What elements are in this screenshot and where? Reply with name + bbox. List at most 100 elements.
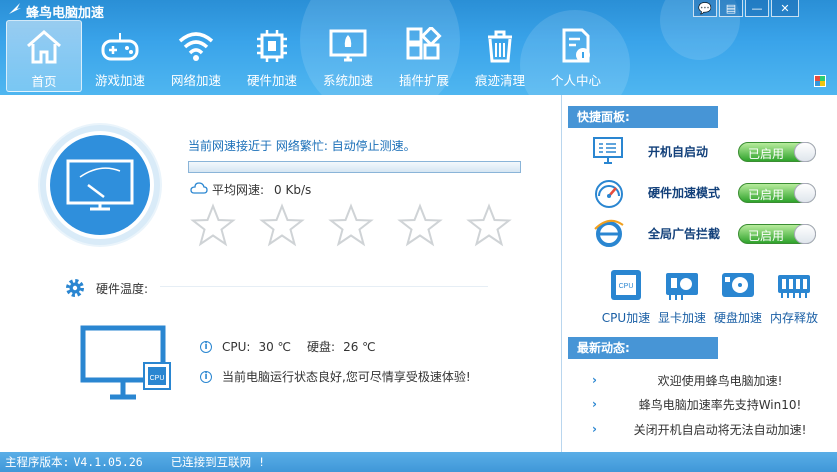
hw-mode-toggle[interactable]: 已启用 [738,183,816,203]
news-text: 蜂鸟电脑加速率先支持Win10! [638,398,802,412]
nav-label: 游戏加速 [94,73,145,88]
startup-icon [593,137,623,164]
ie-icon [594,219,624,247]
avg-speed-row: 平均网速: 0 Kb/s [190,181,311,198]
toggle-knob [794,183,816,203]
home-icon [27,30,61,64]
status-message: 当前电脑运行状态良好,您可尽情享受极速体验! [222,370,471,384]
status-message-row: i 当前电脑运行状态良好,您可尽情享受极速体验! [200,368,471,385]
tool-label: 硬盘加速 [713,311,762,325]
chevron-right-icon: › [592,422,597,436]
adblock-toggle[interactable]: 已启用 [738,224,816,244]
tool-label: CPU加速 [601,311,651,325]
trash-icon [488,30,512,63]
info-icon: i [200,340,212,353]
ram-icon [778,275,810,298]
gamepad-icon [101,33,139,61]
info-icon: i [200,370,212,383]
nav-plugins[interactable]: 插件扩展 [386,20,462,92]
avg-speed-label: 平均网速: [212,183,265,197]
toggle-label: 已启用 [748,188,785,202]
wifi-icon [178,32,214,61]
quick-item-label: 全局广告拦截 [648,227,721,241]
news-text: 欢迎使用蜂鸟电脑加速! [657,374,783,388]
tool-label: 内存释放 [769,311,818,325]
hardware-temp-header: 硬件温度: [64,277,148,299]
close-button[interactable]: ✕ [771,0,799,17]
rocket-screen-icon [329,29,367,62]
title-bar: 蜂鸟电脑加速 💬 ▤ — ✕ [0,0,837,21]
gear-icon [66,279,84,297]
nav-label: 首页 [31,74,57,89]
quick-item-startup: 开机自启动 已启用 [592,135,832,167]
minimize-icon: — [751,1,763,15]
minimize-button[interactable]: — [745,0,769,17]
cpu-temp-label: CPU: [222,339,251,354]
nav-game-boost[interactable]: 游戏加速 [82,20,158,92]
tool-cpu-boost[interactable]: CPU CPU加速 [598,267,654,326]
version-label: 主程序版本: [5,455,70,469]
app-title: 蜂鸟电脑加速 [26,6,105,21]
toggle-label: 已启用 [748,229,785,243]
star-icon [259,203,305,247]
hdd-icon [722,273,754,297]
tool-gpu-boost[interactable]: 显卡加速 [654,267,710,326]
gauge-icon [595,180,623,208]
user-document-icon [562,28,590,63]
feedback-button[interactable]: 💬 [693,0,717,17]
nav-label: 插件扩展 [398,73,449,88]
toggle-knob [794,142,816,162]
nav-personal-center[interactable]: 个人中心 [538,20,614,92]
main-nav: 首页 游戏加速 网络加速 硬件加速 系统加速 插件扩展 痕迹清理 个人中心 [6,20,614,92]
nav-label: 硬件加速 [246,73,297,88]
version-value: V4.1.05.26 [73,455,143,469]
startup-toggle[interactable]: 已启用 [738,142,816,162]
connection-status: 已连接到互联网 ! [170,455,266,469]
news-item[interactable]: › 蜂鸟电脑加速率先支持Win10! [592,396,824,414]
quick-panel-title: 快捷面板: [568,106,718,128]
boost-tools: CPU CPU加速 显卡加速 硬盘加速 内存释放 [598,267,837,326]
news-text: 关闭开机自启动将无法自动加速! [633,423,807,437]
menu-icon: ▤ [725,1,737,15]
disk-temp-label: 硬盘: [307,340,336,354]
tool-label: 显卡加速 [657,311,706,325]
temperature-row: i CPU: 30 ℃ 硬盘: 26 ℃ [200,338,376,355]
header-bar: 蜂鸟电脑加速 💬 ▤ — ✕ 首页 游戏加速 网络加速 硬件加速 系统加速 插件… [0,0,837,95]
main-panel: 当前网速接近于 网络繁忙: 自动停止测速。 平均网速: 0 Kb/s 硬件温度:… [0,95,561,452]
skin-icon[interactable] [813,74,827,88]
speed-test-widget[interactable] [40,125,160,245]
star-icon [190,203,236,247]
quick-item-adblock: 全局广告拦截 已启用 [592,217,832,249]
news-item[interactable]: › 关闭开机自启动将无法自动加速! [592,421,824,439]
speed-monitor-icon [50,135,150,235]
toggle-knob [794,224,816,244]
tool-disk-boost[interactable]: 硬盘加速 [710,267,766,326]
nav-hardware-boost[interactable]: 硬件加速 [234,20,310,92]
tool-memory-release[interactable]: 内存释放 [766,267,822,326]
computer-monitor-icon: CPU [80,325,171,400]
quick-item-label: 硬件加速模式 [648,186,721,200]
cpu-chip-label: CPU [619,283,634,290]
nav-label: 网络加速 [170,73,221,88]
nav-home[interactable]: 首页 [6,20,82,92]
star-icon [466,203,512,247]
nav-trace-clean[interactable]: 痕迹清理 [462,20,538,92]
star-icon [328,203,374,247]
nav-system-boost[interactable]: 系统加速 [310,20,386,92]
speed-status-text: 当前网速接近于 网络繁忙: 自动停止测速。 [188,139,416,153]
hardware-temp-label: 硬件温度: [96,281,149,296]
menu-button[interactable]: ▤ [719,0,743,17]
nav-network-boost[interactable]: 网络加速 [158,20,234,92]
speed-rating [190,203,512,249]
news-item[interactable]: › 欢迎使用蜂鸟电脑加速! [592,372,824,390]
speed-progress-bar [188,161,521,173]
star-icon [397,203,443,247]
toggle-label: 已启用 [748,147,785,161]
chevron-right-icon: › [592,373,597,387]
feedback-icon: 💬 [698,1,712,15]
cloud-icon [190,182,208,197]
nav-label: 痕迹清理 [474,73,525,88]
monitor-gauge-icon [66,159,134,211]
nav-label: 系统加速 [322,73,373,88]
side-panel: 快捷面板: 开机自启动 已启用 硬件加速模式 已启用 全局广告拦截 已启用 CP… [561,95,837,452]
